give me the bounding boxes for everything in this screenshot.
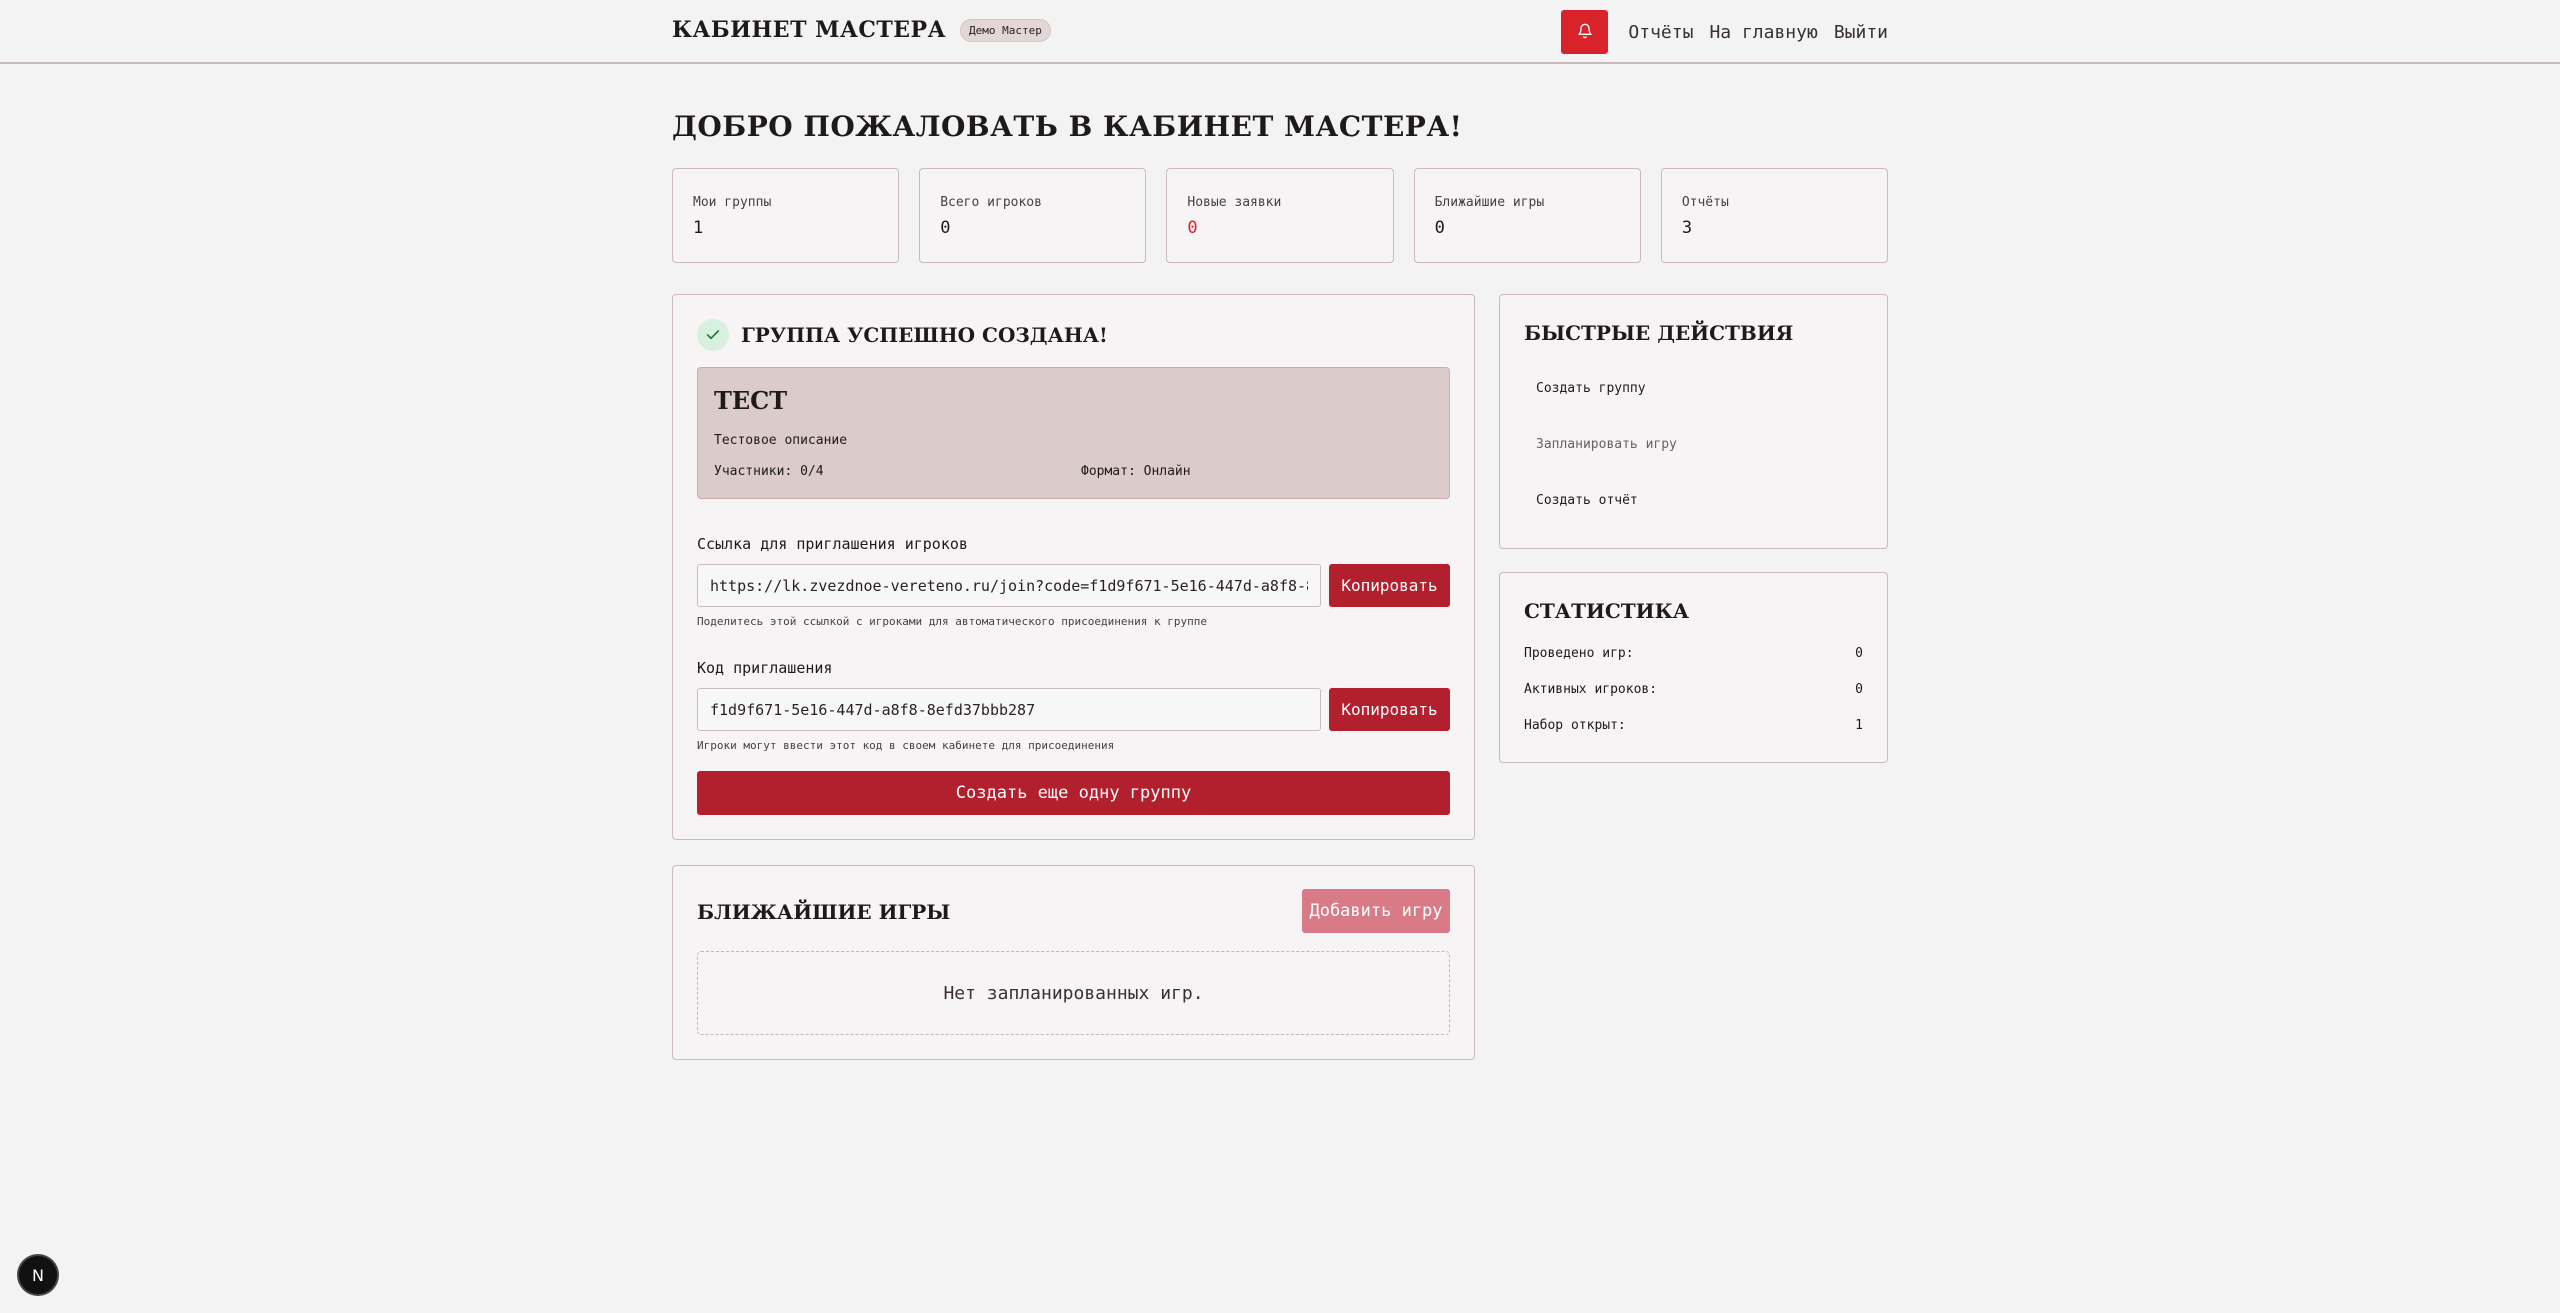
- quick-action-create-group[interactable]: Создать группу: [1536, 381, 1646, 396]
- stat-card-requests: Новые заявки 0: [1166, 168, 1394, 263]
- bell-icon: [1577, 23, 1593, 42]
- statistics-row-label: Активных игроков:: [1524, 682, 1658, 697]
- upcoming-games-panel: БЛИЖАЙШИЕ ИГРЫ Добавить игру Нет заплани…: [672, 865, 1475, 1060]
- statistics-row-value: 0: [1855, 682, 1863, 697]
- invite-code-field[interactable]: [697, 688, 1321, 731]
- invite-code-hint: Игроки могут ввести этот код в своем каб…: [697, 739, 1115, 752]
- statistics-title: СТАТИСТИКА: [1524, 599, 1690, 623]
- app-title: КАБИНЕТ МАСТЕРА: [672, 17, 946, 43]
- stat-label: Ближайшие игры: [1434, 195, 1545, 210]
- group-name: ТЕСТ: [714, 386, 788, 415]
- brand: КАБИНЕТ МАСТЕРА Демо Мастер: [672, 17, 1051, 43]
- nav-reports-link[interactable]: Отчёты: [1628, 22, 1693, 43]
- group-participants: Участники: 0/4: [714, 464, 824, 479]
- stat-value: 1: [693, 218, 704, 238]
- quick-actions-title: БЫСТРЫЕ ДЕЙСТВИЯ: [1524, 321, 1794, 345]
- stat-card-groups: Мои группы 1: [672, 168, 900, 263]
- statistics-row-value: 0: [1855, 646, 1863, 661]
- group-created-panel: ГРУППА УСПЕШНО СОЗДАНА! ТЕСТ Тестовое оп…: [672, 294, 1475, 840]
- notifications-button[interactable]: [1561, 10, 1609, 54]
- quick-actions-panel: БЫСТРЫЕ ДЕЙСТВИЯ Создать группу Запланир…: [1499, 294, 1888, 549]
- statistics-row-value: 1: [1855, 718, 1863, 733]
- invite-link-label: Ссылка для приглашения игроков: [697, 535, 968, 553]
- invite-code-label: Код приглашения: [697, 659, 833, 677]
- statistics-row: Набор открыт: 1: [1524, 718, 1863, 733]
- nav-home-link[interactable]: На главную: [1709, 22, 1817, 43]
- group-card: ТЕСТ Тестовое описание Участники: 0/4 Фо…: [697, 367, 1450, 499]
- invite-link-hint: Поделитесь этой ссылкой с игроками для а…: [697, 615, 1207, 628]
- top-nav: Отчёты На главную Выйти: [1561, 10, 1888, 54]
- statistics-row-label: Проведено игр:: [1524, 646, 1634, 661]
- success-header: ГРУППА УСПЕШНО СОЗДАНА!: [697, 319, 1108, 351]
- page-title: ДОБРО ПОЖАЛОВАТЬ В КАБИНЕТ МАСТЕРА!: [672, 110, 1463, 143]
- stat-card-reports: Отчёты 3: [1660, 168, 1889, 263]
- success-title: ГРУППА УСПЕШНО СОЗДАНА!: [741, 323, 1108, 347]
- role-badge: Демо Мастер: [959, 18, 1051, 42]
- stat-card-players: Всего игроков 0: [919, 168, 1147, 263]
- add-game-button[interactable]: Добавить игру: [1302, 889, 1450, 933]
- statistics-row: Активных игроков: 0: [1524, 682, 1863, 697]
- copy-link-button[interactable]: Копировать: [1329, 564, 1450, 607]
- nav-logout-link[interactable]: Выйти: [1834, 22, 1888, 43]
- create-another-group-button[interactable]: Создать еще одну группу: [697, 771, 1450, 815]
- stat-label: Новые заявки: [1187, 195, 1282, 210]
- copy-code-button[interactable]: Копировать: [1329, 688, 1450, 731]
- stat-value: 3: [1681, 218, 1693, 238]
- stat-label: Мои группы: [693, 195, 772, 210]
- statistics-panel: СТАТИСТИКА Проведено игр: 0 Активных игр…: [1499, 572, 1888, 763]
- statistics-row: Проведено игр: 0: [1524, 646, 1863, 661]
- stat-value: 0: [1187, 218, 1198, 238]
- quick-action-schedule-game[interactable]: Запланировать игру: [1536, 437, 1677, 452]
- empty-games-message: Нет запланированных игр.: [697, 951, 1450, 1035]
- invite-link-field[interactable]: [697, 564, 1321, 607]
- statistics-row-label: Набор открыт:: [1524, 718, 1626, 733]
- stat-value: 0: [1434, 218, 1445, 238]
- stats-row: Мои группы 1 Всего игроков 0 Новые заявк…: [672, 168, 1889, 263]
- top-header: КАБИНЕТ МАСТЕРА Демо Мастер Отчёты На гл…: [0, 0, 2560, 64]
- quick-action-create-report[interactable]: Создать отчёт: [1536, 493, 1638, 508]
- group-format: Формат: Онлайн: [1081, 464, 1191, 479]
- upcoming-games-title: БЛИЖАЙШИЕ ИГРЫ: [697, 900, 951, 924]
- stat-value: 0: [940, 218, 951, 238]
- stat-card-upcoming-games: Ближайшие игры 0: [1413, 168, 1641, 263]
- check-icon: [697, 319, 729, 351]
- group-description: Тестовое описание: [714, 433, 848, 448]
- stat-label: Отчёты: [1681, 195, 1729, 210]
- stat-label: Всего игроков: [940, 195, 1042, 210]
- next-dev-badge[interactable]: N: [19, 1256, 57, 1294]
